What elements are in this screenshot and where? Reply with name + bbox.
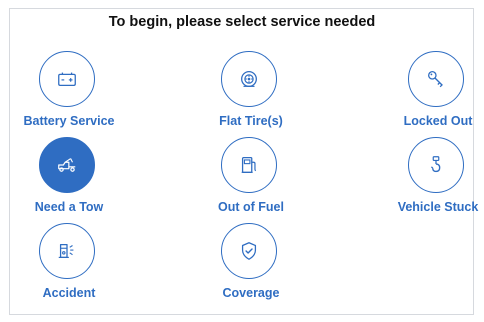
vehicle-stuck-label: Vehicle Stuck xyxy=(397,200,479,214)
service-flat-tire[interactable]: Flat Tire(s) xyxy=(191,51,311,128)
tow-truck-icon xyxy=(58,158,76,172)
need-a-tow-button[interactable] xyxy=(39,137,95,193)
service-accident[interactable]: Accident xyxy=(9,223,129,300)
locked-out-button[interactable] xyxy=(408,51,464,107)
battery-icon xyxy=(58,72,76,87)
service-need-tow[interactable]: Need a Tow xyxy=(9,137,129,214)
vehicle-stuck-button[interactable] xyxy=(408,137,464,193)
flat-tire-button[interactable] xyxy=(221,51,277,107)
service-vehicle-stuck[interactable]: Vehicle Stuck xyxy=(378,137,484,214)
battery-service-button[interactable] xyxy=(39,51,95,107)
service-locked-out[interactable]: Locked Out xyxy=(378,51,484,128)
page-title: To begin, please select service needed xyxy=(108,14,376,30)
service-battery[interactable]: Battery Service xyxy=(9,51,129,128)
flat-tire-label: Flat Tire(s) xyxy=(219,114,283,128)
battery-service-label: Battery Service xyxy=(23,114,115,128)
need-a-tow-label: Need a Tow xyxy=(34,200,104,214)
coverage-button[interactable] xyxy=(221,223,277,279)
service-coverage[interactable]: Coverage xyxy=(191,223,311,300)
key-icon xyxy=(428,71,443,88)
tow-hook-icon xyxy=(430,156,441,173)
fuel-pump-icon xyxy=(241,157,256,173)
accident-button[interactable] xyxy=(39,223,95,279)
shield-check-icon xyxy=(241,242,257,260)
accident-label: Accident xyxy=(42,286,96,300)
out-of-fuel-label: Out of Fuel xyxy=(218,200,284,214)
out-of-fuel-button[interactable] xyxy=(221,137,277,193)
coverage-label: Coverage xyxy=(222,286,280,300)
car-crash-icon xyxy=(58,243,74,259)
service-out-of-fuel[interactable]: Out of Fuel xyxy=(191,137,311,214)
locked-out-label: Locked Out xyxy=(403,114,473,128)
tire-icon xyxy=(241,71,257,87)
